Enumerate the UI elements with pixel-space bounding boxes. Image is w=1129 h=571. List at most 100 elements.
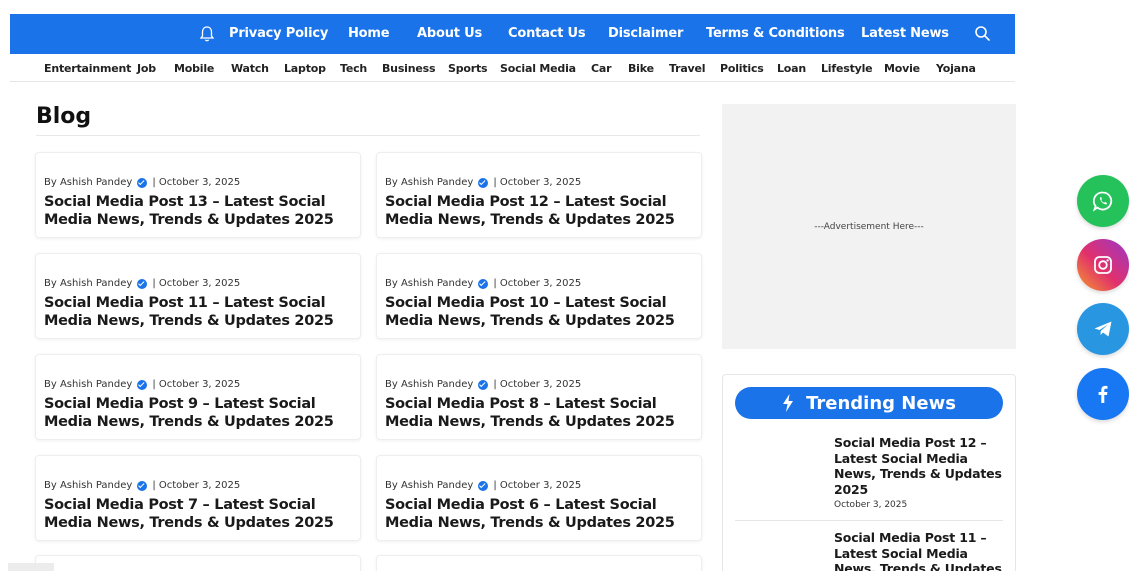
telegram-button[interactable] xyxy=(1077,303,1129,355)
trending-divider xyxy=(735,520,1003,521)
post-card[interactable]: By Ashish Pandey | October 3, 2025 Socia… xyxy=(376,152,702,238)
post-meta: By Ashish Pandey | October 3, 2025 xyxy=(385,480,581,491)
post-meta: By Ashish Pandey | October 3, 2025 xyxy=(385,278,581,289)
post-date: | October 3, 2025 xyxy=(493,177,582,188)
category-tech[interactable]: Tech xyxy=(340,62,367,75)
category-watch[interactable]: Watch xyxy=(231,62,269,75)
post-card[interactable]: By Ashish Pandey | October 3, 2025 Socia… xyxy=(376,455,702,541)
facebook-icon xyxy=(1098,385,1108,403)
post-author[interactable]: By Ashish Pandey xyxy=(44,480,132,491)
trending-item-title[interactable]: Social Media Post 11 – Latest Social Med… xyxy=(834,530,1006,571)
post-date: | October 3, 2025 xyxy=(152,379,241,390)
category-yojana[interactable]: Yojana xyxy=(936,62,976,75)
post-title[interactable]: Social Media Post 9 – Latest Social Medi… xyxy=(44,395,360,431)
verified-badge-icon xyxy=(478,278,489,289)
post-meta: By Ashish Pandey | October 3, 2025 xyxy=(385,379,581,390)
search-icon[interactable] xyxy=(974,25,991,42)
category-mobile[interactable]: Mobile xyxy=(174,62,214,75)
nav-disclaimer[interactable]: Disclaimer xyxy=(608,26,683,41)
post-date: | October 3, 2025 xyxy=(152,480,241,491)
verified-badge-icon xyxy=(137,278,148,289)
post-date: | October 3, 2025 xyxy=(493,379,582,390)
nav-privacy-policy[interactable]: Privacy Policy xyxy=(229,26,328,41)
post-meta: By Ashish Pandey | October 3, 2025 xyxy=(385,177,581,188)
bell-icon[interactable] xyxy=(199,25,215,43)
lightning-bolt-icon xyxy=(783,394,794,412)
category-car[interactable]: Car xyxy=(591,62,612,75)
title-divider xyxy=(36,135,700,136)
advertisement-box: ---Advertisement Here--- xyxy=(722,104,1016,349)
post-title[interactable]: Social Media Post 12 – Latest Social Med… xyxy=(385,193,701,229)
category-movie[interactable]: Movie xyxy=(884,62,920,75)
advertisement-placeholder: ---Advertisement Here--- xyxy=(814,222,924,232)
post-author[interactable]: By Ashish Pandey xyxy=(385,278,473,289)
post-card[interactable] xyxy=(376,555,702,571)
category-entertainment[interactable]: Entertainment xyxy=(44,62,131,75)
facebook-button[interactable] xyxy=(1077,368,1129,420)
nav-home[interactable]: Home xyxy=(348,26,390,41)
post-card[interactable]: By Ashish Pandey | October 3, 2025 Socia… xyxy=(35,253,361,339)
nav-terms-conditions[interactable]: Terms & Conditions xyxy=(706,26,845,41)
post-author[interactable]: By Ashish Pandey xyxy=(44,278,132,289)
instagram-icon xyxy=(1094,256,1112,274)
post-date: | October 3, 2025 xyxy=(493,480,582,491)
post-card[interactable]: By Ashish Pandey | October 3, 2025 Socia… xyxy=(35,455,361,541)
top-navbar: Privacy Policy Home About Us Contact Us … xyxy=(10,14,1015,54)
post-title[interactable]: Social Media Post 10 – Latest Social Med… xyxy=(385,294,701,330)
trending-news-heading: Trending News xyxy=(735,387,1003,419)
post-author[interactable]: By Ashish Pandey xyxy=(385,379,473,390)
category-business[interactable]: Business xyxy=(382,62,436,75)
category-bar: Entertainment Job Mobile Watch Laptop Te… xyxy=(10,54,1015,82)
telegram-icon xyxy=(1094,321,1112,337)
trending-item-date: October 3, 2025 xyxy=(834,500,908,510)
post-date: | October 3, 2025 xyxy=(152,177,241,188)
post-meta: By Ashish Pandey | October 3, 2025 xyxy=(44,177,240,188)
trending-item[interactable]: Social Media Post 12 – Latest Social Med… xyxy=(834,435,1006,510)
post-title[interactable]: Social Media Post 11 – Latest Social Med… xyxy=(44,294,360,330)
category-travel[interactable]: Travel xyxy=(669,62,706,75)
trending-item[interactable]: Social Media Post 11 – Latest Social Med… xyxy=(834,530,1006,571)
verified-badge-icon xyxy=(137,177,148,188)
nav-contact-us[interactable]: Contact Us xyxy=(508,26,586,41)
corner-widget xyxy=(8,563,54,571)
category-social-media[interactable]: Social Media xyxy=(500,62,576,75)
verified-badge-icon xyxy=(478,177,489,188)
nav-about-us[interactable]: About Us xyxy=(417,26,482,41)
nav-latest-news[interactable]: Latest News xyxy=(861,26,949,41)
post-title[interactable]: Social Media Post 8 – Latest Social Medi… xyxy=(385,395,701,431)
category-lifestyle[interactable]: Lifestyle xyxy=(821,62,873,75)
category-bike[interactable]: Bike xyxy=(628,62,654,75)
post-card[interactable]: By Ashish Pandey | October 3, 2025 Socia… xyxy=(35,152,361,238)
trending-item-title[interactable]: Social Media Post 12 – Latest Social Med… xyxy=(834,435,1006,497)
post-card[interactable]: By Ashish Pandey | October 3, 2025 Socia… xyxy=(35,354,361,440)
category-sports[interactable]: Sports xyxy=(448,62,488,75)
post-title[interactable]: Social Media Post 13 – Latest Social Med… xyxy=(44,193,360,229)
whatsapp-button[interactable] xyxy=(1077,175,1129,227)
post-author[interactable]: By Ashish Pandey xyxy=(385,480,473,491)
post-meta: By Ashish Pandey | October 3, 2025 xyxy=(44,278,240,289)
post-author[interactable]: By Ashish Pandey xyxy=(44,379,132,390)
post-meta: By Ashish Pandey | October 3, 2025 xyxy=(44,379,240,390)
post-card[interactable]: By Ashish Pandey | October 3, 2025 Socia… xyxy=(376,354,702,440)
post-author[interactable]: By Ashish Pandey xyxy=(44,177,132,188)
post-author[interactable]: By Ashish Pandey xyxy=(385,177,473,188)
verified-badge-icon xyxy=(137,480,148,491)
post-card[interactable] xyxy=(35,555,361,571)
trending-news-widget: Trending News Social Media Post 12 – Lat… xyxy=(722,374,1016,571)
post-title[interactable]: Social Media Post 7 – Latest Social Medi… xyxy=(44,496,360,532)
post-card[interactable]: By Ashish Pandey | October 3, 2025 Socia… xyxy=(376,253,702,339)
category-loan[interactable]: Loan xyxy=(777,62,806,75)
category-laptop[interactable]: Laptop xyxy=(284,62,326,75)
trending-news-title: Trending News xyxy=(806,392,956,414)
post-date: | October 3, 2025 xyxy=(152,278,241,289)
verified-badge-icon xyxy=(478,480,489,491)
instagram-button[interactable] xyxy=(1077,239,1129,291)
post-title[interactable]: Social Media Post 6 – Latest Social Medi… xyxy=(385,496,701,532)
page-title: Blog xyxy=(36,104,92,129)
post-meta: By Ashish Pandey | October 3, 2025 xyxy=(44,480,240,491)
post-date: | October 3, 2025 xyxy=(493,278,582,289)
verified-badge-icon xyxy=(478,379,489,390)
category-job[interactable]: Job xyxy=(137,62,156,75)
verified-badge-icon xyxy=(137,379,148,390)
category-politics[interactable]: Politics xyxy=(720,62,764,75)
